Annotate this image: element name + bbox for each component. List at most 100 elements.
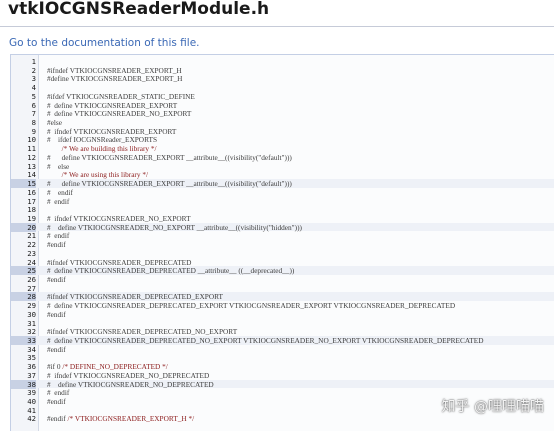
line-number[interactable]: 38	[11, 379, 36, 389]
line-number[interactable]: 37	[11, 371, 36, 380]
code-line: 30 #endif	[11, 310, 554, 319]
code-text: # define VTKIOCGNSREADER_DEPRECATED __at…	[47, 266, 294, 275]
preprocessor-text: #define VTKIOCGNSREADER_EXPORT_H	[47, 74, 183, 84]
code-line: 15 # define VTKIOCGNSREADER_EXPORT __attr…	[11, 179, 554, 189]
line-number[interactable]: 23	[11, 249, 36, 258]
code-line: 35	[11, 353, 554, 362]
line-number[interactable]: 41	[11, 406, 36, 415]
line-number[interactable]: 21	[11, 231, 36, 240]
code-line: 13 # else	[11, 162, 554, 171]
code-text: /* We are building this library */	[47, 144, 157, 153]
preprocessor-text	[47, 144, 62, 153]
preprocessor-text: # define VTKIOCGNSREADER_EXPORT __attrib…	[47, 179, 292, 189]
line-number[interactable]: 29	[11, 301, 36, 310]
code-text: # endif	[47, 188, 73, 197]
preprocessor-text: # endif	[47, 388, 70, 398]
line-number[interactable]: 24	[11, 258, 36, 267]
preprocessor-text: # define VTKIOCGNSREADER_NO_DEPRECATED	[47, 379, 214, 389]
code-line: 32 #ifndef VTKIOCGNSREADER_DEPRECATED_NO_…	[11, 327, 554, 336]
line-number[interactable]: 3	[11, 74, 36, 83]
code-line: 7 # define VTKIOCGNSREADER_NO_EXPORT	[11, 109, 554, 118]
line-number[interactable]: 32	[11, 327, 36, 336]
comment-text: /* We are building this library */	[61, 144, 157, 154]
preprocessor-text: # define VTKIOCGNSREADER_DEPRECATED_NO_E…	[47, 336, 484, 345]
line-number[interactable]: 8	[11, 118, 36, 127]
line-number[interactable]: 34	[11, 345, 36, 354]
line-number[interactable]: 4	[11, 83, 36, 92]
code-text: # ifndef VTKIOCGNSREADER_NO_DEPRECATED	[47, 371, 209, 380]
code-line: 31	[11, 319, 554, 328]
line-number[interactable]: 40	[11, 397, 36, 406]
preprocessor-text: #ifndef VTKIOCGNSREADER_EXPORT_H	[47, 65, 182, 75]
line-number[interactable]: 35	[11, 353, 36, 362]
code-listing: 1 2 #ifndef VTKIOCGNSREADER_EXPORT_H 3 #defi…	[10, 54, 554, 431]
preprocessor-text: # define VTKIOCGNSREADER_DEPRECATED __at…	[47, 266, 295, 276]
code-line: 22 #endif	[11, 240, 554, 249]
line-number[interactable]: 39	[11, 388, 36, 397]
preprocessor-text: #ifndef VTKIOCGNSREADER_DEPRECATED_EXPOR…	[47, 292, 223, 302]
line-number[interactable]: 31	[11, 319, 36, 328]
code-line: 3 #define VTKIOCGNSREADER_EXPORT_H	[11, 74, 554, 83]
code-line: 9 # ifndef VTKIOCGNSREADER_EXPORT	[11, 127, 554, 136]
preprocessor-text: # ifndef VTKIOCGNSREADER_NO_DEPRECATED	[47, 370, 210, 380]
preprocessor-text: #endif	[47, 309, 66, 319]
code-text: # define VTKIOCGNSREADER_EXPORT __attrib…	[47, 153, 292, 162]
code-line: 10 # ifdef IOCGNSReader_EXPORTS	[11, 135, 554, 144]
line-number[interactable]: 26	[11, 275, 36, 284]
line-number[interactable]: 42	[11, 414, 36, 423]
preprocessor-text: #endif	[47, 274, 66, 284]
code-line: 2 #ifndef VTKIOCGNSREADER_EXPORT_H	[11, 66, 554, 75]
preprocessor-text: # ifndef VTKIOCGNSREADER_NO_EXPORT	[47, 213, 191, 223]
line-number[interactable]: 1	[11, 57, 36, 66]
line-number[interactable]: 9	[11, 127, 36, 136]
code-text: #else	[47, 118, 62, 127]
line-number[interactable]: 6	[11, 101, 36, 110]
code-text: #ifndef VTKIOCGNSREADER_DEPRECATED	[47, 258, 191, 267]
code-text: #ifdef VTKIOCGNSREADER_STATIC_DEFINE	[47, 92, 195, 101]
line-number[interactable]: 14	[11, 170, 36, 179]
code-line: 24 #ifndef VTKIOCGNSREADER_DEPRECATED	[11, 258, 554, 267]
line-number[interactable]: 20	[11, 222, 36, 232]
line-number[interactable]: 16	[11, 188, 36, 197]
code-lines: 1 2 #ifndef VTKIOCGNSREADER_EXPORT_H 3 #defi…	[11, 57, 554, 423]
code-line: 38 # define VTKIOCGNSREADER_NO_DEPRECATED	[11, 379, 554, 389]
line-number[interactable]: 13	[11, 162, 36, 171]
preprocessor-text: #if 0	[47, 362, 63, 372]
preprocessor-text: # define VTKIOCGNSREADER_EXPORT	[47, 100, 178, 110]
code-text: # endif	[47, 231, 69, 240]
line-number[interactable]: 19	[11, 214, 36, 223]
line-number[interactable]: 27	[11, 284, 36, 293]
line-number[interactable]: 30	[11, 310, 36, 319]
code-text: # define VTKIOCGNSREADER_NO_DEPRECATED	[47, 380, 214, 389]
code-line: 5 #ifdef VTKIOCGNSREADER_STATIC_DEFINE	[11, 92, 554, 101]
line-number[interactable]: 25	[11, 266, 36, 276]
preprocessor-text: # define VTKIOCGNSREADER_NO_EXPORT __att…	[47, 222, 302, 232]
code-line: 36 #if 0 /* DEFINE_NO_DEPRECATED */	[11, 362, 554, 371]
code-text: # ifndef VTKIOCGNSREADER_NO_EXPORT	[47, 214, 191, 223]
line-number[interactable]: 7	[11, 109, 36, 118]
code-line: 37 # ifndef VTKIOCGNSREADER_NO_DEPRECATED	[11, 371, 554, 380]
code-line: 26 #endif	[11, 275, 554, 284]
line-number[interactable]: 36	[11, 362, 36, 371]
line-number[interactable]: 15	[11, 179, 36, 189]
line-number[interactable]: 5	[11, 92, 36, 101]
preprocessor-text: # define VTKIOCGNSREADER_EXPORT __attrib…	[47, 152, 292, 162]
documentation-link[interactable]: Go to the documentation of this file.	[9, 37, 200, 49]
line-number[interactable]: 33	[11, 336, 36, 345]
line-number[interactable]: 22	[11, 240, 36, 249]
code-text: # define VTKIOCGNSREADER_DEPRECATED_NO_E…	[47, 336, 483, 345]
code-text: # ifndef VTKIOCGNSREADER_EXPORT	[47, 127, 176, 136]
line-number[interactable]: 17	[11, 197, 36, 206]
code-line: 29 # define VTKIOCGNSREADER_DEPRECATED_EX…	[11, 301, 554, 310]
line-number[interactable]: 18	[11, 205, 36, 214]
code-line: 18	[11, 205, 554, 214]
line-number[interactable]: 11	[11, 144, 36, 153]
code-text: # endif	[47, 388, 69, 397]
preprocessor-text: # define VTKIOCGNSREADER_DEPRECATED_EXPO…	[47, 301, 456, 311]
line-number[interactable]: 12	[11, 153, 36, 162]
line-number[interactable]: 28	[11, 292, 36, 302]
line-number[interactable]: 2	[11, 66, 36, 75]
comment-text: /* VTKIOCGNSREADER_EXPORT_H */	[67, 414, 195, 424]
line-number[interactable]: 10	[11, 135, 36, 144]
code-text: # endif	[47, 197, 69, 206]
